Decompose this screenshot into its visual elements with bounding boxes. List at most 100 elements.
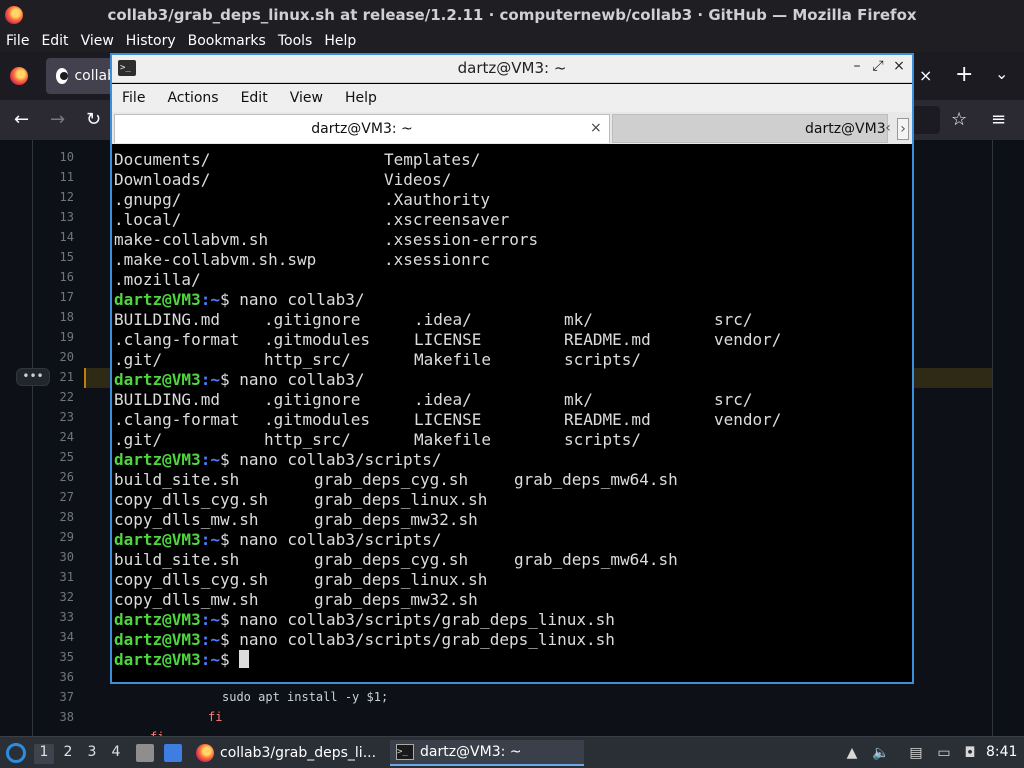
workspace-1[interactable]: 1 xyxy=(34,744,54,764)
line-number[interactable]: 34 xyxy=(40,630,74,644)
ff-menu-tools[interactable]: Tools xyxy=(278,33,313,49)
terminal-titlebar[interactable]: >_ dartz@VM3: ~ – ⤢ × xyxy=(112,55,912,83)
ff-menu-view[interactable]: View xyxy=(81,33,114,49)
file-manager-icon[interactable] xyxy=(136,744,154,762)
line-number[interactable]: 16 xyxy=(40,270,74,284)
ff-menu-bookmarks[interactable]: Bookmarks xyxy=(188,33,266,49)
terminal-file-entry: copy_dlls_mw.sh xyxy=(114,590,259,609)
line-number[interactable]: 19 xyxy=(40,330,74,344)
line-number[interactable]: 17 xyxy=(40,290,74,304)
workspace-4[interactable]: 4 xyxy=(106,744,126,764)
line-number[interactable]: 21 xyxy=(40,370,74,384)
line-number[interactable]: 20 xyxy=(40,350,74,364)
back-icon[interactable]: ← xyxy=(14,109,29,130)
terminal-file-entry: .git/ xyxy=(114,430,163,449)
bookmark-star-icon[interactable]: ☆ xyxy=(951,109,967,130)
line-number[interactable]: 23 xyxy=(40,410,74,424)
app-menu-icon[interactable]: ≡ xyxy=(991,109,1006,130)
tab-close-icon[interactable]: × xyxy=(919,66,932,85)
term-menu-file[interactable]: File xyxy=(122,90,145,106)
terminal-file-entry: Videos/ xyxy=(384,170,452,189)
reload-icon[interactable]: ↻ xyxy=(86,109,101,130)
line-number[interactable]: 18 xyxy=(40,310,74,324)
notification-icon[interactable]: ◘ xyxy=(962,745,978,761)
ff-menu-file[interactable]: File xyxy=(6,33,29,49)
url-bar[interactable] xyxy=(912,106,940,134)
terminal-output-line: BUILDING.md .gitignore .idea/mk/src/ xyxy=(114,310,910,330)
line-number[interactable]: 15 xyxy=(40,250,74,264)
terminal-tab-active[interactable]: dartz@VM3: ~ xyxy=(114,114,610,143)
terminal-output[interactable]: Documents/Templates/Downloads/Videos/.gn… xyxy=(114,147,910,682)
network-icon[interactable]: ▭ xyxy=(936,745,952,761)
term-menu-view[interactable]: View xyxy=(290,90,323,106)
line-number[interactable]: 24 xyxy=(40,430,74,444)
line-number[interactable]: 12 xyxy=(40,190,74,204)
line-number[interactable]: 22 xyxy=(40,390,74,404)
ff-menu-help[interactable]: Help xyxy=(324,33,356,49)
prompt-command: nano collab3/scripts/ xyxy=(229,450,442,469)
workspace-3[interactable]: 3 xyxy=(82,744,102,764)
start-menu-icon[interactable] xyxy=(6,743,26,763)
term-menu-actions[interactable]: Actions xyxy=(167,90,218,106)
terminal-tab-close-icon[interactable]: × xyxy=(590,120,602,136)
terminal-file-entry: grab_deps_linux.sh xyxy=(314,570,488,589)
line-number[interactable]: 31 xyxy=(40,570,74,584)
line-number[interactable]: 14 xyxy=(40,230,74,244)
line-number[interactable]: 27 xyxy=(40,490,74,504)
forward-icon[interactable]: → xyxy=(50,109,65,130)
new-tab-icon[interactable]: + xyxy=(955,62,973,87)
line-number[interactable]: 36 xyxy=(40,670,74,684)
terminal-file-entry: copy_dlls_mw.sh xyxy=(114,510,259,529)
show-desktop-icon[interactable] xyxy=(164,744,182,762)
terminal-tab-inactive[interactable]: dartz@VM3: ~ xyxy=(612,114,888,143)
ff-menu-edit[interactable]: Edit xyxy=(41,33,68,49)
terminal-output-line: BUILDING.md .gitignore .idea/mk/src/ xyxy=(114,390,910,410)
github-icon xyxy=(56,68,69,84)
minimize-icon[interactable]: – xyxy=(848,58,866,78)
line-number[interactable]: 30 xyxy=(40,550,74,564)
terminal-file-entry: Documents/ xyxy=(114,150,211,169)
prompt-command: nano collab3/ xyxy=(229,290,365,309)
line-number[interactable]: 11 xyxy=(40,170,74,184)
ff-menu-history[interactable]: History xyxy=(126,33,176,49)
prompt-symbol: $ xyxy=(219,610,230,629)
line-number[interactable]: 25 xyxy=(40,450,74,464)
term-menu-help[interactable]: Help xyxy=(345,90,377,106)
terminal-icon: >_ xyxy=(396,744,414,760)
terminal-prompt-line: dartz@VM3:~$ xyxy=(114,650,910,670)
terminal-file-entry: BUILDING.md xyxy=(114,310,220,329)
line-number[interactable]: 33 xyxy=(40,610,74,624)
firefox-tab-github[interactable]: collab xyxy=(46,58,116,94)
terminal-file-entry: .gitmodules xyxy=(264,330,370,349)
line-number[interactable]: 10 xyxy=(40,150,74,164)
updates-icon[interactable]: ▲ xyxy=(844,745,860,761)
maximize-icon[interactable]: ⤢ xyxy=(869,58,887,78)
terminal-output-line: copy_dlls_cyg.sh grab_deps_linux.sh xyxy=(114,570,910,590)
taskbar-item-terminal[interactable]: >_ dartz@VM3: ~ xyxy=(390,740,584,766)
line-number[interactable]: 28 xyxy=(40,510,74,524)
taskbar-item-firefox[interactable]: collab3/grab_deps_li... xyxy=(190,740,384,766)
tab-scroll-right-icon[interactable]: › xyxy=(897,118,909,140)
terminal-file-entry: build_site.sh xyxy=(114,550,240,569)
line-number[interactable]: 29 xyxy=(40,530,74,544)
terminal-window[interactable]: >_ dartz@VM3: ~ – ⤢ × File Actions Edit … xyxy=(110,53,914,684)
firefox-view-icon[interactable] xyxy=(10,67,28,85)
tab-scroll-left-icon[interactable]: ‹ xyxy=(882,118,894,140)
line-number[interactable]: 32 xyxy=(40,590,74,604)
line-number[interactable]: 35 xyxy=(40,650,74,664)
tab-list-icon[interactable]: ⌄ xyxy=(995,64,1008,83)
volume-icon[interactable]: 🔈 xyxy=(872,745,889,761)
prompt-symbol: $ xyxy=(219,370,230,389)
line-number[interactable]: 38 xyxy=(40,710,74,724)
close-icon[interactable]: × xyxy=(890,58,908,78)
line-number[interactable]: 37 xyxy=(40,690,74,704)
workspace-2[interactable]: 2 xyxy=(58,744,78,764)
clipboard-icon[interactable]: ▤ xyxy=(908,745,924,761)
terminal-menubar: File Actions Edit View Help xyxy=(112,84,912,112)
line-number[interactable]: 13 xyxy=(40,210,74,224)
terminal-output-line: make-collabvm.sh .xsession-errors xyxy=(114,230,910,250)
line-number[interactable]: 26 xyxy=(40,470,74,484)
terminal-window-title: dartz@VM3: ~ xyxy=(457,59,567,77)
term-menu-edit[interactable]: Edit xyxy=(241,90,268,106)
terminal-file-entry: Downloads/ xyxy=(114,170,211,189)
